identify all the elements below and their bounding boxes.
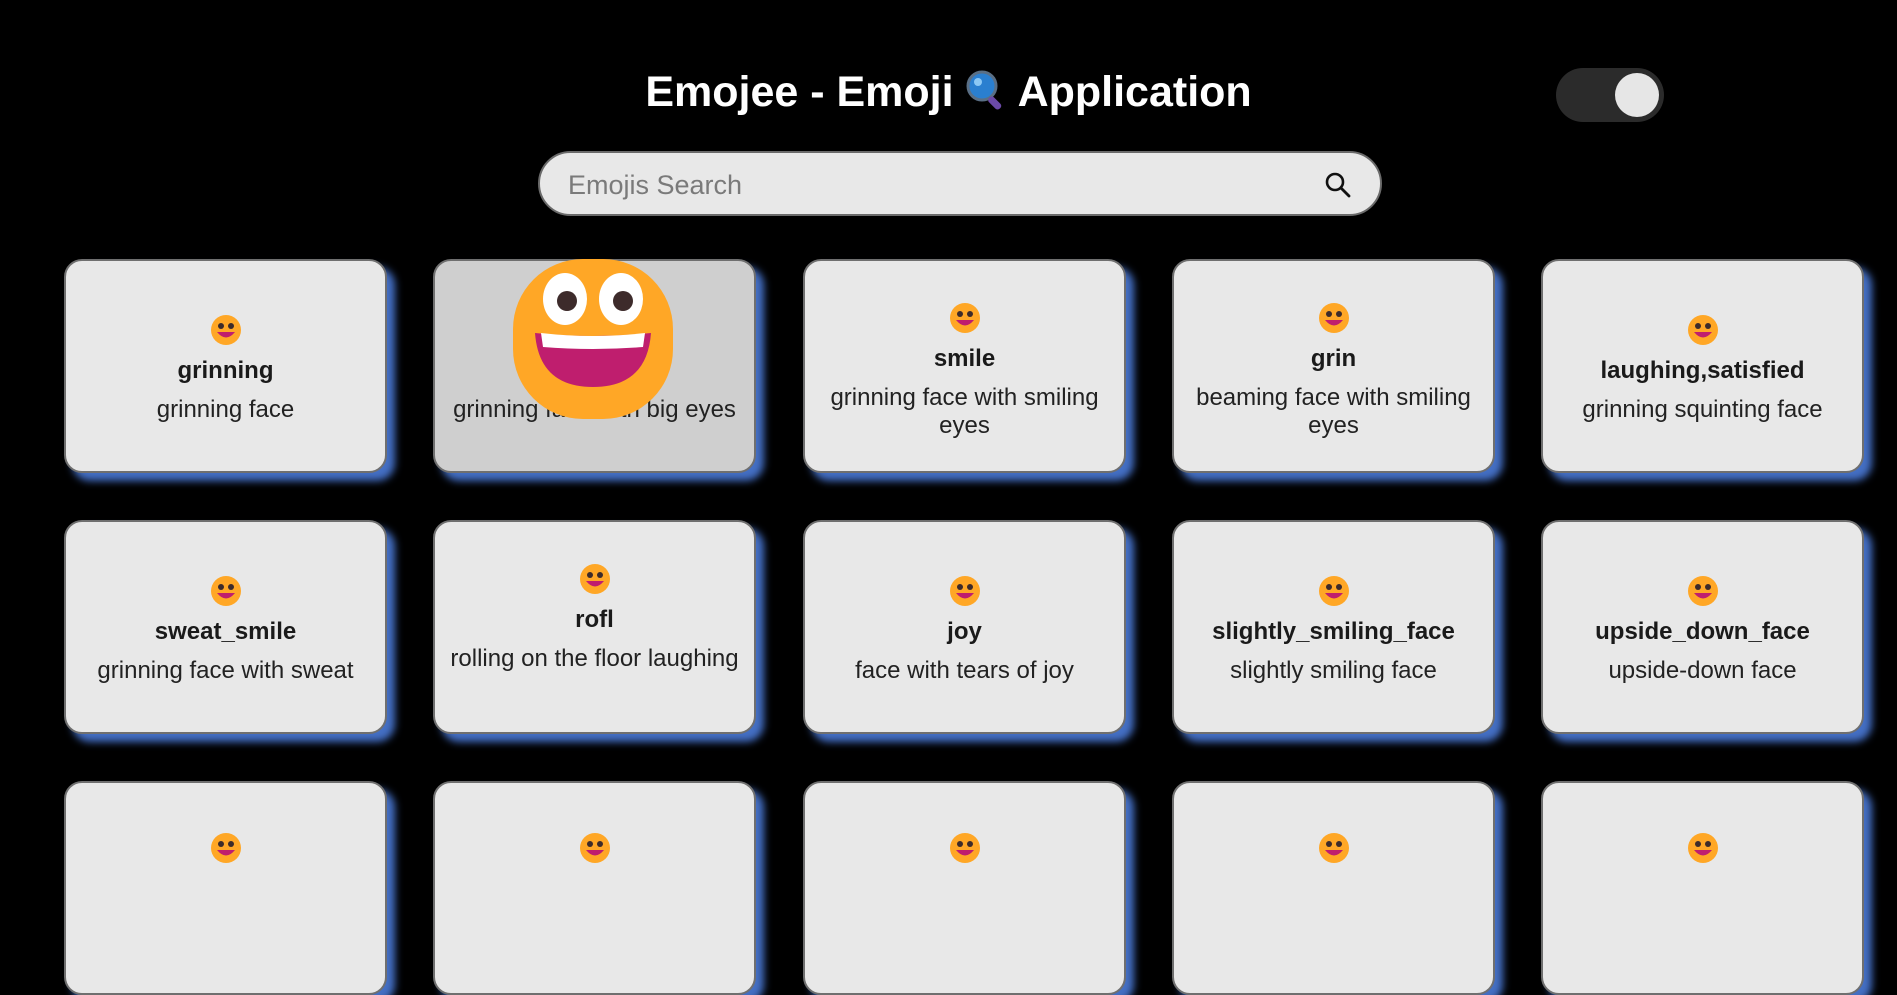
emoji-name: rofl [575, 606, 614, 633]
emoji-description: beaming face with smiling eyes [1196, 384, 1471, 439]
winking-face-icon [210, 833, 241, 863]
search-input[interactable] [566, 165, 1270, 205]
emoji-card[interactable]: joy face with tears of joy [803, 520, 1126, 734]
upside-down-face-icon [1687, 576, 1718, 606]
slightly-smiling-face-icon [1318, 576, 1349, 606]
emoji-card[interactable]: sweat_smile grinning face with sweat [64, 520, 387, 734]
emoji-description: upside-down face [1608, 657, 1797, 684]
emoji-description: grinning face with sweat [97, 657, 354, 684]
emoji-description: face with tears of joy [855, 657, 1074, 684]
emoji-name: grinning [177, 357, 274, 384]
emoji-description: grinning face with big eyes [453, 396, 736, 423]
emoji-card[interactable] [1172, 781, 1495, 995]
emoji-description: rolling on the floor laughing [450, 645, 739, 672]
grinning-face-icon [210, 315, 241, 345]
emoji-card[interactable] [433, 781, 756, 995]
emoji-description: grinning squinting face [1582, 396, 1823, 423]
emoji-card[interactable]: grinning face with big eyes [433, 259, 756, 473]
emoji-card[interactable] [1541, 781, 1864, 995]
emoji-card[interactable]: rofl rolling on the floor laughing [433, 520, 756, 734]
emoji-name: smile [933, 345, 996, 372]
emoji-name: joy [947, 618, 982, 645]
emoji-card[interactable]: grin beaming face with smiling eyes [1172, 259, 1495, 473]
emoji-name: laughing,satisfied [1600, 357, 1805, 384]
rofl-icon [579, 564, 610, 594]
emoji-card[interactable]: slightly_smiling_face slightly smiling fa… [1172, 520, 1495, 734]
search-bar [538, 151, 1382, 216]
emoji-card[interactable]: smile grinning face with smiling eyes [803, 259, 1126, 473]
emoji-description: grinning face with smiling eyes [830, 384, 1099, 439]
theme-toggle[interactable] [1556, 68, 1664, 122]
title-right: Application [1017, 68, 1252, 116]
smiling-face-with-halo-icon [949, 833, 980, 863]
title-left: Emojee - Emoji [645, 68, 954, 116]
grinning-face-with-sweat-icon [210, 576, 241, 606]
emoji-card[interactable]: upside_down_face upside-down face [1541, 520, 1864, 734]
smiling-face-with-hearts-icon [1318, 833, 1349, 863]
grinning-face-with-smiling-eyes-icon [949, 303, 980, 333]
emoji-name: slightly_smiling_face [1212, 618, 1455, 645]
beaming-face-icon [1318, 303, 1349, 333]
emoji-card[interactable]: grinning grinning face [64, 259, 387, 473]
emoji-description: grinning face [156, 396, 295, 423]
emoji-card[interactable] [803, 781, 1126, 995]
grinning-face-with-big-eyes-icon [579, 315, 610, 345]
emoji-description: slightly smiling face [1230, 657, 1437, 684]
emoji-card[interactable]: laughing,satisfied grinning squinting fac… [1541, 259, 1864, 473]
heart-eyes-icon [1687, 833, 1718, 863]
magnifying-glass-icon [966, 70, 1001, 110]
toggle-knob [1615, 73, 1659, 117]
grinning-squinting-face-icon [1687, 315, 1718, 345]
smiling-face-icon [579, 833, 610, 863]
emoji-name: upside_down_face [1595, 618, 1810, 645]
emoji-card[interactable] [64, 781, 387, 995]
emoji-name: sweat_smile [154, 618, 297, 645]
tears-of-joy-icon [949, 576, 980, 606]
app-header: Emojee - Emoji Application [0, 0, 1897, 150]
emoji-name: grin [1310, 345, 1357, 372]
search-icon[interactable] [1324, 171, 1352, 199]
